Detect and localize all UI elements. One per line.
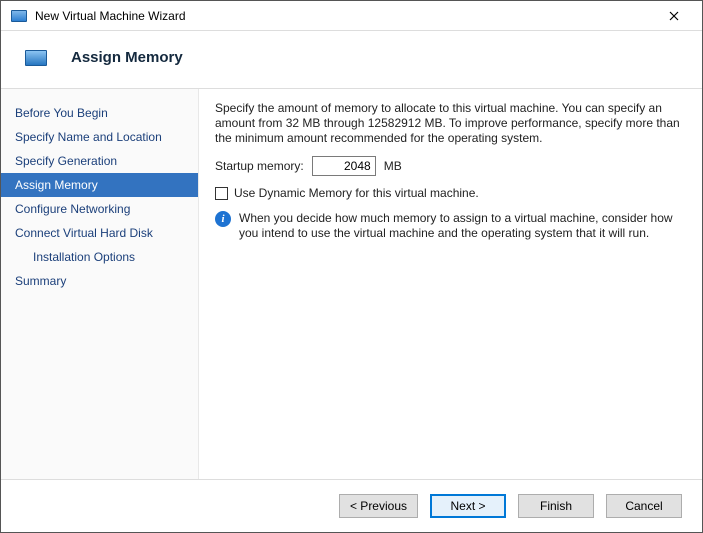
steps-sidebar: Before You Begin Specify Name and Locati… xyxy=(1,89,199,479)
content-pane: Specify the amount of memory to allocate… xyxy=(199,89,702,479)
dynamic-memory-label: Use Dynamic Memory for this virtual mach… xyxy=(234,186,479,201)
step-installation-options[interactable]: Installation Options xyxy=(1,245,198,269)
info-row: i When you decide how much memory to ass… xyxy=(215,211,682,241)
startup-memory-row: Startup memory: MB xyxy=(215,156,682,176)
page-title: Assign Memory xyxy=(71,49,183,66)
startup-memory-unit: MB xyxy=(384,159,402,174)
intro-text: Specify the amount of memory to allocate… xyxy=(215,101,682,146)
step-specify-generation[interactable]: Specify Generation xyxy=(1,149,198,173)
wizard-footer: < Previous Next > Finish Cancel xyxy=(1,479,702,532)
wizard-window: New Virtual Machine Wizard Assign Memory… xyxy=(0,0,703,533)
dynamic-memory-checkbox[interactable] xyxy=(215,187,228,200)
dynamic-memory-row[interactable]: Use Dynamic Memory for this virtual mach… xyxy=(215,186,682,201)
step-before-you-begin[interactable]: Before You Begin xyxy=(1,101,198,125)
titlebar: New Virtual Machine Wizard xyxy=(1,1,702,31)
info-icon: i xyxy=(215,211,231,227)
monitor-icon xyxy=(25,50,47,66)
step-configure-networking[interactable]: Configure Networking xyxy=(1,197,198,221)
window-title: New Virtual Machine Wizard xyxy=(35,9,654,23)
cancel-button[interactable]: Cancel xyxy=(606,494,682,518)
info-text: When you decide how much memory to assig… xyxy=(239,211,682,241)
finish-button[interactable]: Finish xyxy=(518,494,594,518)
step-assign-memory[interactable]: Assign Memory xyxy=(1,173,198,197)
previous-button[interactable]: < Previous xyxy=(339,494,418,518)
startup-memory-input[interactable] xyxy=(312,156,376,176)
next-button[interactable]: Next > xyxy=(430,494,506,518)
step-summary[interactable]: Summary xyxy=(1,269,198,293)
startup-memory-label: Startup memory: xyxy=(215,159,304,174)
page-header: Assign Memory xyxy=(1,31,702,88)
app-icon xyxy=(11,10,27,22)
close-button[interactable] xyxy=(654,2,694,30)
close-icon xyxy=(669,11,679,21)
step-connect-vhd[interactable]: Connect Virtual Hard Disk xyxy=(1,221,198,245)
wizard-body: Before You Begin Specify Name and Locati… xyxy=(1,88,702,479)
step-specify-name[interactable]: Specify Name and Location xyxy=(1,125,198,149)
